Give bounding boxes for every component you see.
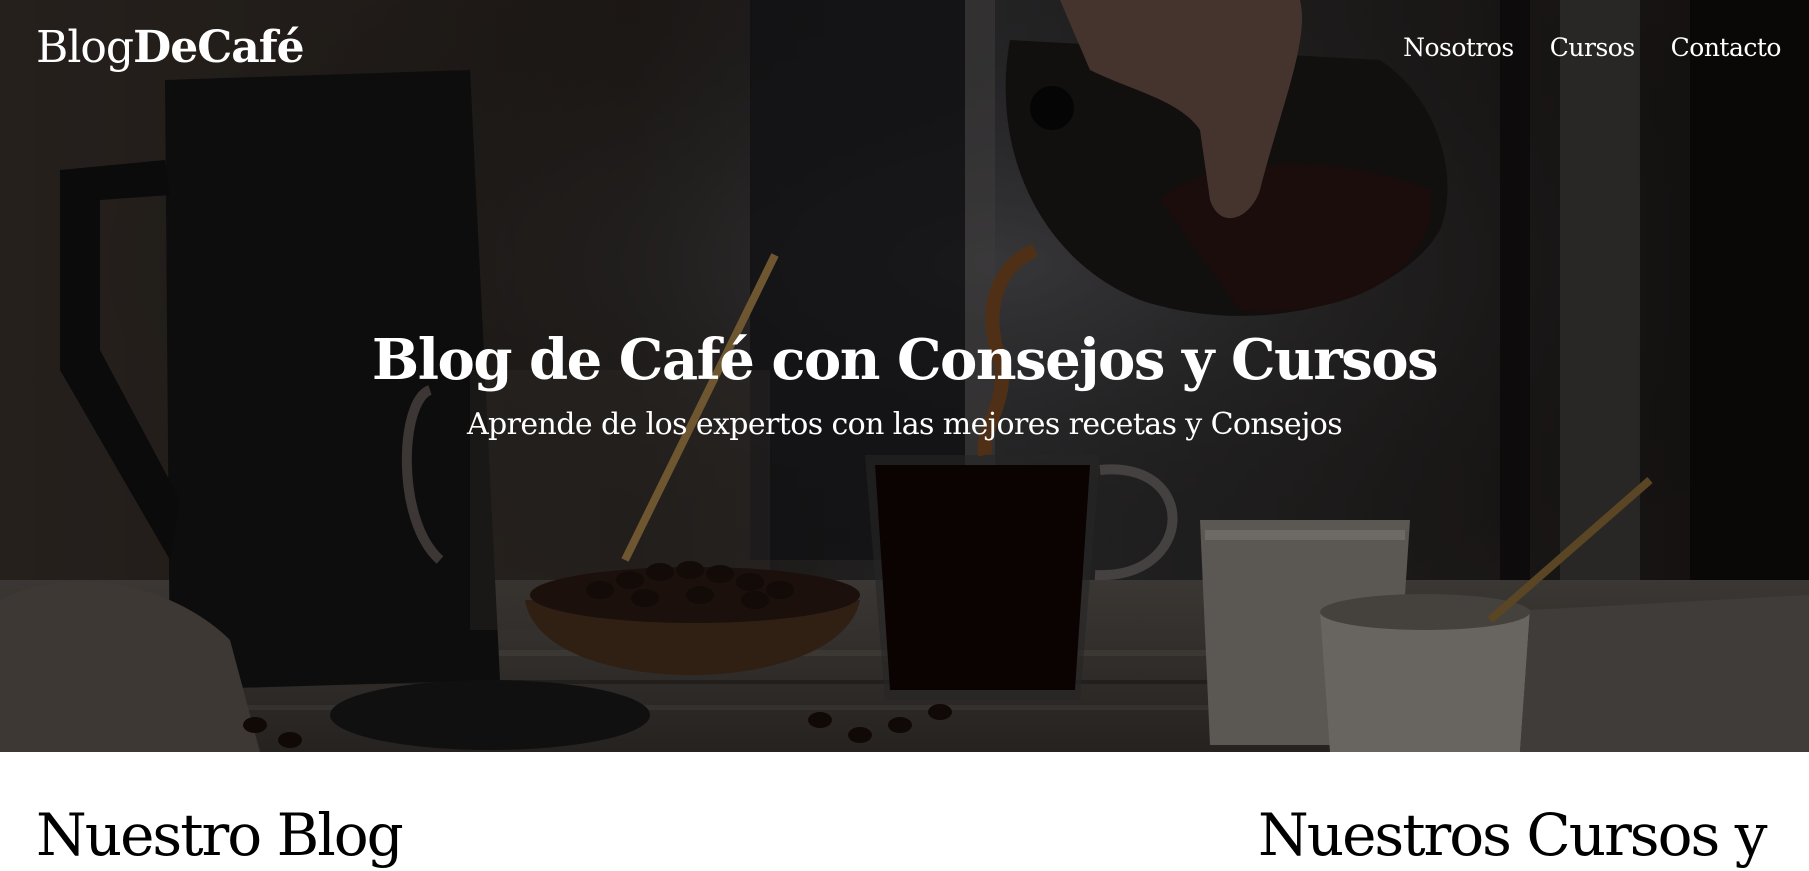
courses-section-heading: Nuestros Cursos y	[1258, 801, 1767, 869]
nav-link-nosotros[interactable]: Nosotros	[1403, 33, 1514, 62]
nav-link-cursos[interactable]: Cursos	[1550, 33, 1635, 62]
page: BlogDeCafé Nosotros Cursos Contacto Blog…	[0, 0, 1809, 871]
site-header: BlogDeCafé Nosotros Cursos Contacto	[0, 0, 1809, 110]
site-logo[interactable]: BlogDeCafé	[36, 22, 305, 73]
hero-text-block: Blog de Café con Consejos y Cursos Apren…	[0, 318, 1809, 448]
logo-text-bold: DeCafé	[133, 22, 305, 73]
nav-link-contacto[interactable]: Contacto	[1671, 33, 1782, 62]
main-navigation: Nosotros Cursos Contacto	[1403, 33, 1781, 62]
blog-section-heading: Nuestro Blog	[36, 801, 404, 869]
hero-banner: BlogDeCafé Nosotros Cursos Contacto Blog…	[0, 0, 1809, 752]
hero-subtitle: Aprende de los expertos con las mejores …	[466, 407, 1343, 442]
logo-text-light: Blog	[36, 22, 134, 73]
hero-title: Blog de Café con Consejos y Cursos	[371, 327, 1439, 393]
